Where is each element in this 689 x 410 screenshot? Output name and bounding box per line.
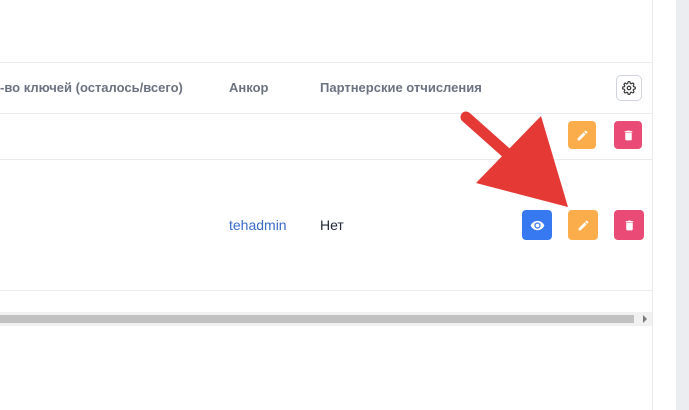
pencil-icon bbox=[577, 130, 587, 140]
edit-button[interactable] bbox=[568, 210, 598, 240]
delete-button[interactable] bbox=[614, 121, 642, 149]
table-settings-button[interactable] bbox=[616, 75, 642, 101]
horizontal-scrollbar[interactable] bbox=[0, 312, 652, 326]
trash-icon bbox=[625, 220, 633, 230]
row-divider bbox=[0, 159, 652, 160]
scroll-right-button[interactable] bbox=[638, 312, 652, 326]
row-divider bbox=[0, 290, 652, 291]
column-header-anchor[interactable]: Анкор bbox=[229, 80, 268, 95]
anchor-link[interactable]: tehadmin bbox=[229, 217, 287, 233]
pencil-icon bbox=[578, 220, 588, 230]
edit-button[interactable] bbox=[568, 121, 596, 149]
scrollbar-thumb[interactable] bbox=[0, 315, 634, 323]
content-right-border bbox=[652, 0, 653, 410]
eye-icon bbox=[530, 220, 544, 230]
column-header-keys[interactable]: -во ключей (осталось/всего) bbox=[0, 80, 183, 95]
header-divider bbox=[0, 113, 652, 114]
view-button[interactable] bbox=[522, 210, 552, 240]
table-top-border bbox=[0, 62, 652, 63]
page: -во ключей (осталось/всего) Анкор Партне… bbox=[0, 0, 689, 410]
triangle-right-icon bbox=[643, 315, 647, 323]
partner-value: Нет bbox=[320, 217, 344, 233]
delete-button[interactable] bbox=[614, 210, 644, 240]
column-header-partner[interactable]: Партнерские отчисления bbox=[320, 80, 482, 95]
gear-icon bbox=[622, 81, 636, 95]
trash-icon bbox=[624, 130, 632, 140]
window-edge bbox=[676, 0, 689, 410]
